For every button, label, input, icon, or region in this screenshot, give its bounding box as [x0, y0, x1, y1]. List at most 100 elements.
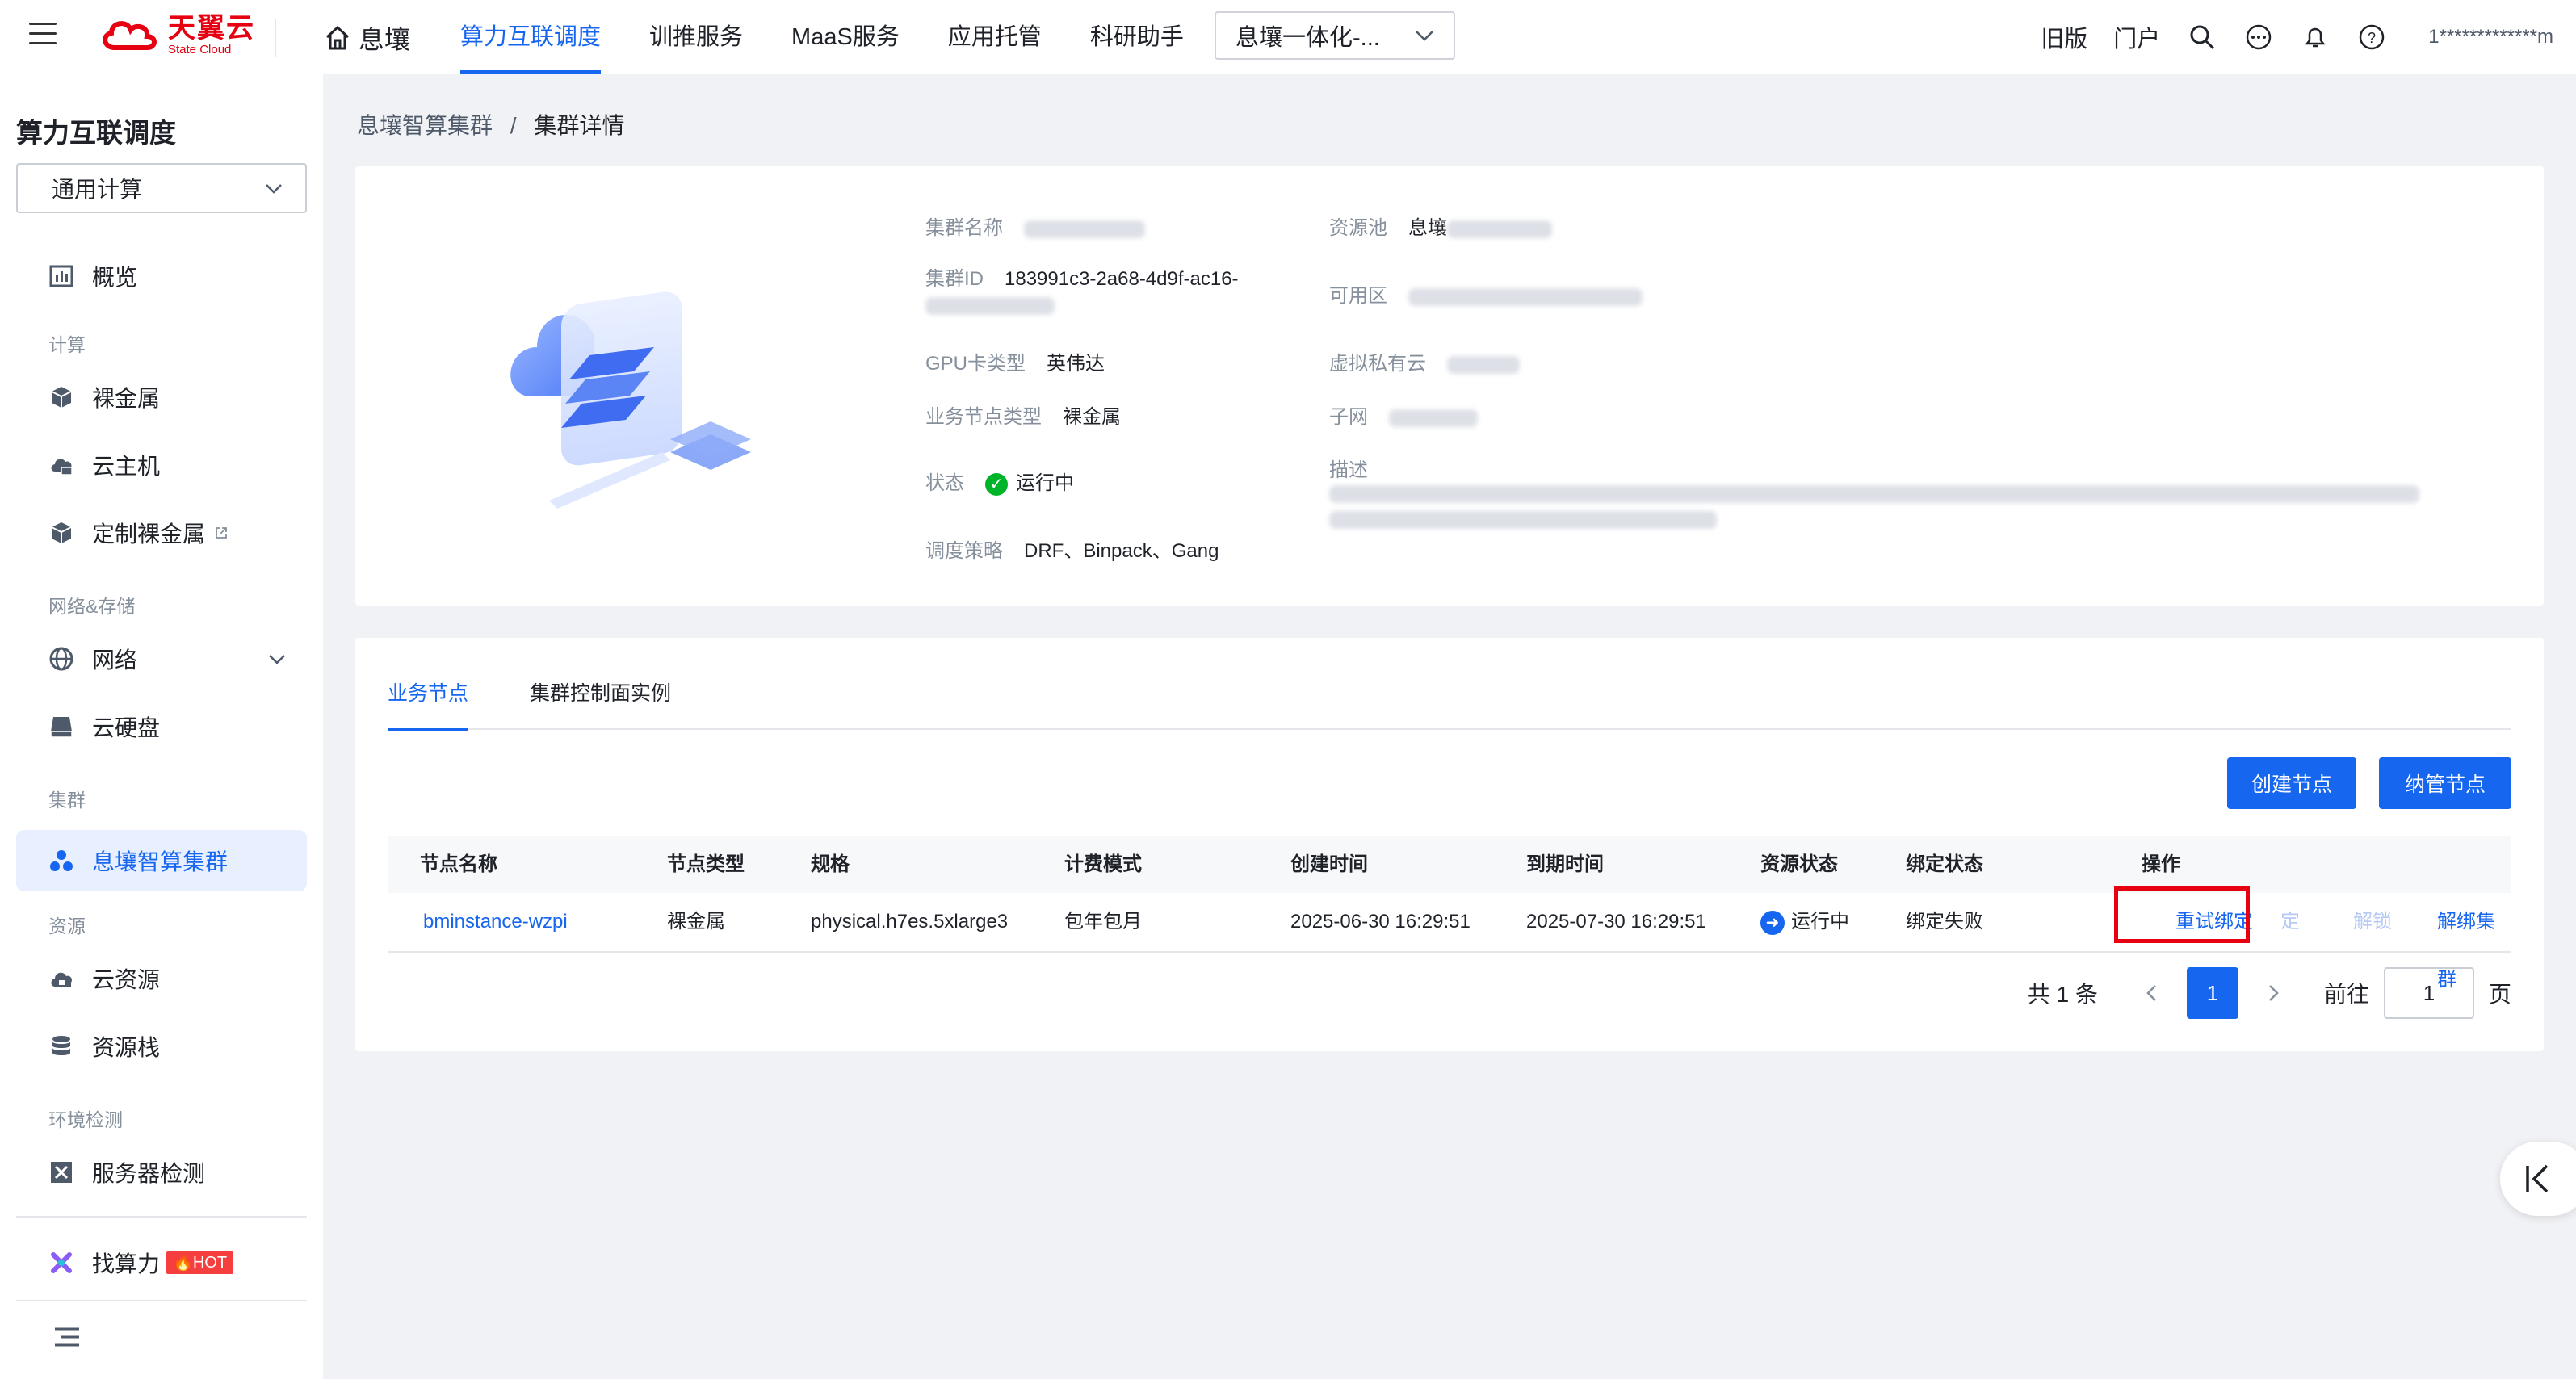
sidebar-group-resource: 资源 — [48, 916, 86, 937]
field-vpc: 虚拟私有云 — [1329, 347, 1520, 375]
collapse-sidebar-icon[interactable] — [53, 1326, 81, 1348]
sidebar-item-baremetal[interactable]: 裸金属 — [16, 367, 307, 428]
sidebar-group-network: 网络&存储 — [48, 596, 136, 617]
bell-icon[interactable] — [2301, 23, 2330, 52]
sidebar-title: 算力互联调度 — [16, 118, 176, 148]
breadcrumb: 息壤智算集群 / 集群详情 — [357, 108, 624, 140]
sidebar-item-custom-baremetal[interactable]: 定制裸金属 — [16, 502, 307, 564]
sidebar-item-network[interactable]: 网络 — [16, 628, 307, 690]
manage-node-button[interactable]: 纳管节点 — [2379, 757, 2511, 809]
node-name-link[interactable]: bminstance-wzpi — [423, 893, 568, 951]
database-icon — [52, 1036, 70, 1055]
bind-button[interactable]: 绑定 — [2282, 893, 2327, 951]
portal-link[interactable]: 门户 — [2113, 20, 2160, 54]
field-resource-pool: 资源池 息壤 — [1329, 212, 1552, 240]
sidebar-group-cluster: 集群 — [48, 790, 86, 811]
cell-expires: 2025-07-30 16:29:51 — [1526, 911, 1706, 933]
field-value: 息壤 — [1408, 217, 1447, 239]
column-header: 计费模式 — [1064, 853, 1142, 875]
unbind-cluster-button[interactable]: 解绑集群 — [2437, 893, 2511, 991]
cell-billing: 包年包月 — [1064, 911, 1142, 933]
hot-badge-text: HOT — [192, 1254, 228, 1272]
sidebar-item-label: 服务器检测 — [92, 1161, 206, 1186]
sidebar-item-server-check[interactable]: 服务器检测 — [16, 1142, 307, 1203]
cluster-illustration — [510, 291, 751, 509]
help-icon[interactable]: ? — [2357, 23, 2386, 52]
prev-page-button[interactable] — [2125, 967, 2177, 1019]
breadcrumb-parent[interactable]: 息壤智算集群 — [357, 113, 493, 138]
sidebar-item-label: 资源栈 — [92, 1035, 161, 1060]
unlock-button[interactable]: 解锁 — [2353, 893, 2392, 951]
field-label: 集群名称 — [925, 217, 1003, 239]
column-header: 到期时间 — [1526, 853, 1604, 875]
compute-type-selector[interactable]: 通用计算 — [16, 163, 307, 213]
field-label: 业务节点类型 — [925, 406, 1042, 428]
page-number[interactable]: 1 — [2186, 967, 2238, 1019]
user-account[interactable]: 1*************m — [2428, 26, 2553, 48]
tab-business-nodes[interactable]: 业务节点 — [388, 683, 469, 731]
column-header: 资源状态 — [1760, 853, 1838, 875]
sidebar-item-disk[interactable]: 云硬盘 — [16, 696, 307, 757]
redacted-value — [1389, 409, 1478, 427]
redacted-value — [1329, 484, 2419, 503]
sidebar-item-label: 云资源 — [92, 967, 161, 992]
search-icon[interactable] — [2188, 23, 2217, 52]
sidebar-item-label: 息壤智算集群 — [92, 849, 229, 874]
sidebar-item-cluster[interactable]: 息壤智算集群 — [16, 830, 307, 891]
cell-created: 2025-06-30 16:29:51 — [1290, 911, 1471, 933]
sidebar-item-label: 找算力 — [92, 1251, 161, 1276]
field-gpu-type: GPU卡类型 英伟达 — [925, 347, 1105, 375]
message-icon[interactable] — [2244, 23, 2273, 52]
region-selector[interactable]: 息壤一体化-... — [1215, 11, 1455, 60]
cluster-icon — [50, 850, 73, 871]
create-node-button[interactable]: 创建节点 — [2227, 757, 2356, 809]
goto-page-input[interactable]: 1 — [2383, 967, 2474, 1019]
home-icon — [325, 25, 350, 50]
field-value: 183991c3-2a68-4d9f-ac16- — [1005, 268, 1239, 290]
cell-resource-status: ➜ 运行中 — [1760, 893, 1849, 951]
cell-spec: physical.h7es.5xlarge3 — [811, 911, 1009, 933]
nav-item-maas[interactable]: MaaS服务 — [791, 0, 900, 74]
cloud-lock-icon — [51, 972, 73, 987]
nav-item-app-hosting[interactable]: 应用托管 — [948, 0, 1042, 74]
collapse-left-icon — [2526, 1164, 2549, 1193]
running-icon: ➜ — [1760, 910, 1785, 935]
sidebar-item-overview[interactable]: 概览 — [16, 245, 307, 307]
brand-logo[interactable]: 天翼云 State Cloud — [99, 15, 255, 56]
pagination: 共 1 条 1 前往 1 页 — [2028, 967, 2511, 1019]
redacted-value — [1408, 287, 1643, 306]
nav-item-research[interactable]: 科研助手 — [1090, 0, 1184, 74]
collapse-float-button[interactable] — [2500, 1142, 2576, 1216]
top-nav-menu: 算力互联调度 训推服务 MaaS服务 应用托管 科研助手 — [460, 0, 1232, 74]
nav-item-training[interactable]: 训推服务 — [649, 0, 743, 74]
field-label: 描述 — [1329, 459, 1368, 481]
divider — [16, 1300, 307, 1301]
sidebar-item-find-power[interactable]: 找算力 🔥HOT — [16, 1232, 307, 1293]
field-label: 虚拟私有云 — [1329, 353, 1426, 375]
tab-control-plane[interactable]: 集群控制面实例 — [530, 683, 671, 728]
chart-icon — [49, 265, 73, 287]
top-right-tools: 旧版 门户 ? 1*************m — [2015, 0, 2553, 74]
cube-icon — [51, 387, 72, 408]
field-subnet: 子网 — [1329, 400, 1478, 429]
next-page-button[interactable] — [2248, 967, 2300, 1019]
old-version-link[interactable]: 旧版 — [2041, 20, 2087, 54]
column-header: 规格 — [811, 853, 850, 875]
field-zone: 可用区 — [1329, 279, 1643, 308]
divider — [275, 19, 276, 57]
nav-home[interactable]: 息壤 — [323, 19, 410, 57]
chevron-down-icon — [269, 654, 285, 664]
redacted-value — [1024, 220, 1145, 238]
sidebar-item-vm[interactable]: 云主机 — [16, 434, 307, 496]
nav-item-compute-schedule[interactable]: 算力互联调度 — [460, 0, 602, 74]
sidebar-group-env: 环境检测 — [48, 1109, 123, 1130]
menu-icon[interactable] — [29, 23, 57, 47]
field-value: 裸金属 — [1063, 406, 1121, 428]
column-header: 绑定状态 — [1906, 853, 1983, 875]
sidebar-item-cloud-resource[interactable]: 云资源 — [16, 948, 307, 1009]
home-label: 息壤 — [359, 25, 411, 54]
sidebar-item-resource-stack[interactable]: 资源栈 — [16, 1016, 307, 1077]
sidebar-item-label: 云硬盘 — [92, 715, 161, 740]
top-navbar: 天翼云 State Cloud 息壤 算力互联调度 训推服务 MaaS服务 应用… — [0, 0, 2576, 74]
globe-icon — [49, 647, 73, 671]
